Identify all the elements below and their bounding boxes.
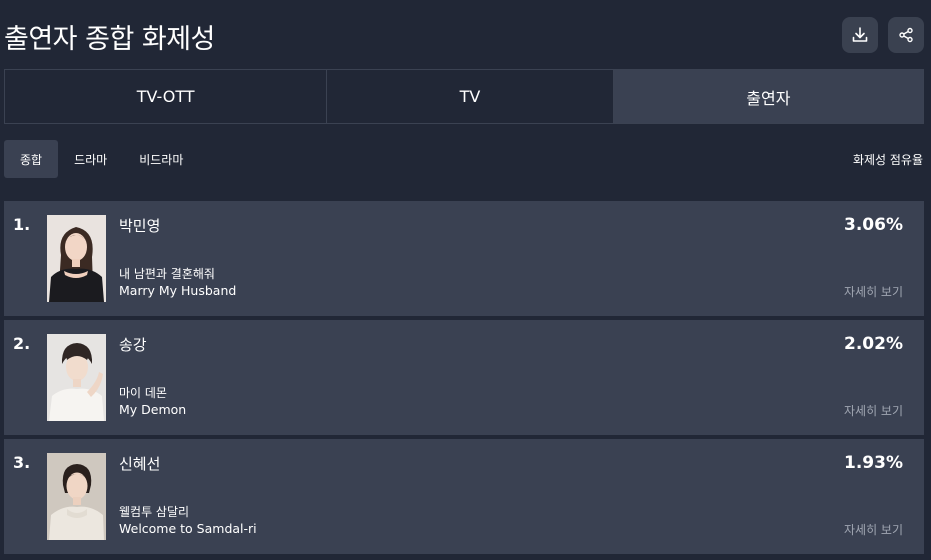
share-button[interactable]	[888, 17, 924, 53]
rank-number: 3.	[13, 453, 31, 472]
tab-tv-ott[interactable]: TV-OTT	[5, 70, 328, 123]
view-details-link[interactable]: 자세히 보기	[844, 402, 903, 419]
view-details-link[interactable]: 자세히 보기	[844, 521, 903, 538]
cast-photo	[47, 453, 106, 540]
view-details-link[interactable]: 자세히 보기	[844, 283, 903, 300]
subtab-drama[interactable]: 드라마	[58, 140, 123, 178]
cast-photo	[47, 215, 106, 302]
program-title-korean: 웰컴투 삼달리	[119, 505, 190, 519]
download-button[interactable]	[842, 17, 878, 53]
download-icon	[852, 27, 868, 42]
page-title: 출연자 종합 화제성	[4, 24, 215, 55]
program-title-english: Welcome to Samdal-ri	[119, 521, 257, 536]
share-percentage: 3.06%	[844, 215, 903, 235]
share-icon	[899, 27, 913, 43]
cast-name: 송강	[119, 336, 147, 354]
share-percentage: 1.93%	[844, 453, 903, 473]
ranking-list: 1. 박민영 내 남편과 결혼해줘 Marry My Husband 3.06%…	[4, 201, 924, 558]
ranking-card[interactable]: 2. 송강 마이 데몬 My Demon 2.02% 자세히 보기	[4, 320, 924, 435]
page-header: 출연자 종합 화제성	[0, 0, 931, 70]
share-percentage: 2.02%	[844, 334, 903, 354]
program-title-english: My Demon	[119, 402, 187, 417]
share-column-label: 화제성 점유율	[852, 153, 923, 167]
ranking-card[interactable]: 1. 박민영 내 남편과 결혼해줘 Marry My Husband 3.06%…	[4, 201, 924, 316]
ranking-card[interactable]: 3. 신혜선 웰컴투 삼달리 Welcome to Samdal-ri 1.93…	[4, 439, 924, 554]
category-tabs: TV-OTT TV 출연자	[4, 69, 924, 124]
cast-photo	[47, 334, 106, 421]
program-title-korean: 내 남편과 결혼해줘	[119, 267, 215, 281]
tab-cast[interactable]: 출연자	[613, 70, 923, 123]
program-title-english: Marry My Husband	[119, 283, 237, 298]
rank-number: 1.	[13, 215, 31, 234]
cast-name: 박민영	[119, 217, 161, 235]
program-title-korean: 마이 데몬	[119, 386, 167, 400]
subtab-overall[interactable]: 종합	[4, 140, 59, 178]
rank-number: 2.	[13, 334, 31, 353]
genre-subtabs: 종합 드라마 비드라마	[4, 140, 199, 178]
tab-tv[interactable]: TV	[327, 70, 614, 123]
cast-name: 신혜선	[119, 455, 161, 473]
subtab-non-drama[interactable]: 비드라마	[123, 140, 199, 178]
